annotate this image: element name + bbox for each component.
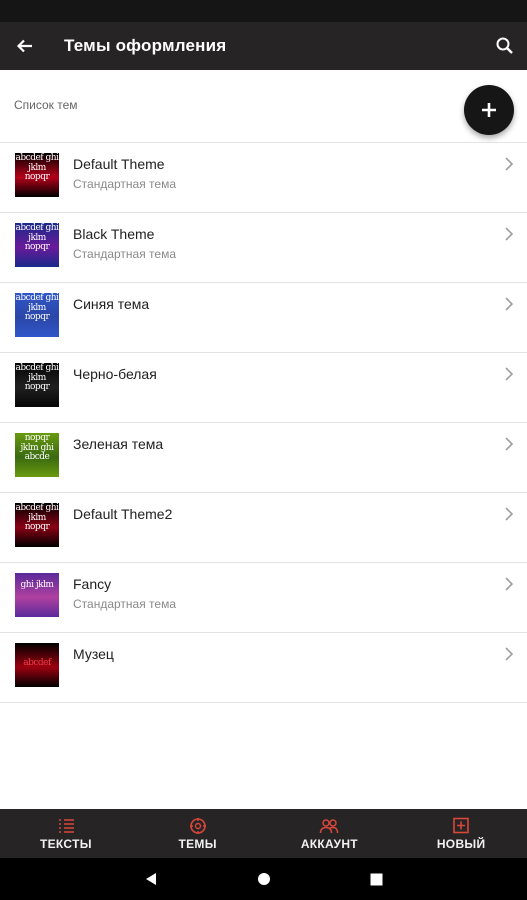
theme-thumbnail-text: abcdef — [23, 658, 51, 668]
theme-title: Default Theme2 — [73, 506, 173, 522]
recents-square-icon[interactable] — [370, 873, 383, 886]
back-triangle-icon[interactable] — [144, 872, 158, 886]
theme-row-default-theme2[interactable]: abcdef ghi jklm nopqr Default Theme2 — [0, 493, 527, 563]
palette-icon — [189, 817, 206, 834]
theme-thumbnail: ghi jklm — [15, 573, 59, 617]
status-bar — [0, 0, 527, 22]
nav-label: АККАУНТ — [300, 836, 358, 851]
theme-thumbnail: abcdef — [15, 643, 59, 687]
theme-title: Black Theme — [73, 226, 155, 242]
theme-thumbnail: abcdef ghi jklm nopqr — [15, 153, 59, 197]
theme-subtitle: Стандартная тема — [73, 177, 177, 191]
theme-row-green[interactable]: nopqr jklm ghi abcde Зеленая тема — [0, 423, 527, 493]
chevron-right-icon — [505, 227, 514, 241]
theme-title: Синяя тема — [73, 296, 150, 312]
theme-title: Default Theme — [73, 156, 165, 172]
theme-row-black-theme[interactable]: abcdef ghi jklm nopqr Black Theme Станда… — [0, 213, 527, 283]
back-button[interactable] — [0, 22, 50, 70]
list-header: Список тем — [0, 70, 527, 143]
chevron-right-icon — [505, 507, 514, 521]
theme-row-black-white[interactable]: abcdef ghi jklm nopqr Черно-белая — [0, 353, 527, 423]
nav-label: ТЕКСТЫ — [40, 836, 92, 851]
theme-title: Черно-белая — [73, 366, 157, 382]
theme-thumbnail-text: nopqr jklm ghi abcde — [20, 433, 54, 462]
theme-title: Зеленая тема — [73, 436, 164, 452]
theme-thumbnail-text: abcdef ghi jklm nopqr — [15, 153, 59, 182]
people-icon — [320, 818, 339, 833]
home-circle-icon[interactable] — [257, 872, 271, 886]
theme-row-muzets[interactable]: abcdef Музец — [0, 633, 527, 703]
chevron-right-icon — [505, 157, 514, 171]
nav-tab-new[interactable]: НОВЫЙ — [395, 809, 527, 858]
theme-title: Музец — [73, 646, 114, 662]
theme-thumbnail: abcdef ghi jklm nopqr — [15, 363, 59, 407]
theme-thumbnail-text: abcdef ghi jklm nopqr — [15, 223, 59, 252]
add-theme-button[interactable] — [464, 85, 514, 135]
chevron-right-icon — [505, 437, 514, 451]
app-bar: Темы оформления — [0, 22, 527, 70]
theme-thumbnail: abcdef ghi jklm nopqr — [15, 293, 59, 337]
theme-thumbnail: abcdef ghi jklm nopqr — [15, 223, 59, 267]
theme-row-fancy[interactable]: ghi jklm Fancy Стандартная тема — [0, 563, 527, 633]
nav-label: ТЕМЫ — [178, 836, 217, 851]
search-button[interactable] — [493, 34, 517, 58]
bottom-navigation: ТЕКСТЫ ТЕМЫ АККАУНТ НОВЫЙ — [0, 809, 527, 858]
theme-thumbnail-text: abcdef ghi jklm nopqr — [15, 363, 59, 392]
theme-thumbnail-text: abcdef ghi jklm nopqr — [15, 503, 59, 532]
nav-tab-texts[interactable]: ТЕКСТЫ — [0, 809, 132, 858]
nav-tab-themes[interactable]: ТЕМЫ — [132, 809, 264, 858]
nav-label: НОВЫЙ — [436, 836, 486, 851]
add-box-icon — [453, 817, 469, 833]
chevron-right-icon — [505, 367, 514, 381]
theme-thumbnail: abcdef ghi jklm nopqr — [15, 503, 59, 547]
theme-thumbnail-text: ghi jklm — [20, 580, 54, 590]
chevron-right-icon — [505, 297, 514, 311]
chevron-right-icon — [505, 647, 514, 661]
list-icon — [58, 818, 74, 833]
theme-title: Fancy — [73, 576, 112, 592]
theme-subtitle: Стандартная тема — [73, 247, 177, 261]
theme-thumbnail-text: abcdef ghi jklm nopqr — [15, 293, 59, 322]
nav-tab-account[interactable]: АККАУНТ — [264, 809, 396, 858]
theme-list: abcdef ghi jklm nopqr Default Theme Стан… — [0, 143, 527, 703]
theme-row-blue[interactable]: abcdef ghi jklm nopqr Синяя тема — [0, 283, 527, 353]
theme-row-default-theme[interactable]: abcdef ghi jklm nopqr Default Theme Стан… — [0, 143, 527, 213]
search-icon — [496, 37, 513, 54]
theme-subtitle: Стандартная тема — [73, 597, 177, 611]
page-title: Темы оформления — [64, 36, 227, 55]
arrow-left-icon — [16, 39, 32, 53]
system-navigation-bar — [0, 858, 527, 900]
theme-thumbnail: nopqr jklm ghi abcde — [15, 433, 59, 477]
list-header-label: Список тем — [14, 98, 78, 112]
plus-icon — [482, 103, 496, 117]
chevron-right-icon — [505, 577, 514, 591]
